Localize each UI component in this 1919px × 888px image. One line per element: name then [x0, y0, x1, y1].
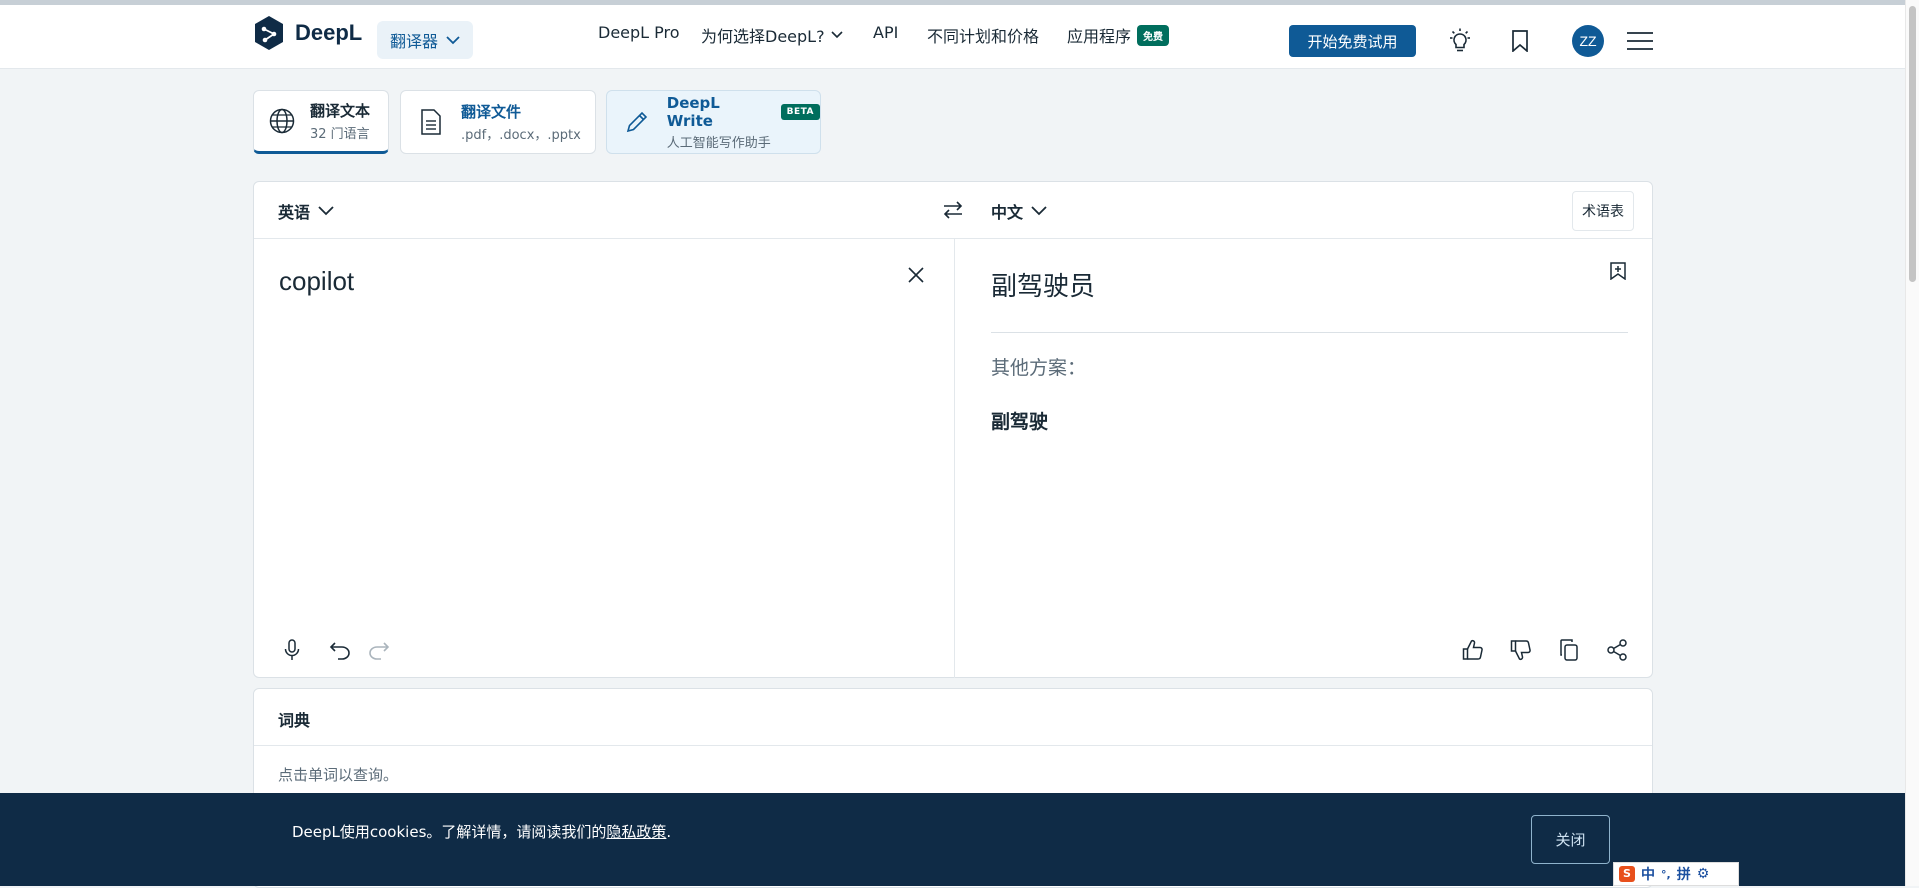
- scrollbar-thumb[interactable]: [1909, 6, 1916, 282]
- copy-icon[interactable]: [1554, 635, 1584, 665]
- target-language-label: 中文: [991, 203, 1024, 222]
- sogou-ime-icon: S: [1619, 866, 1635, 882]
- ime-mode[interactable]: 中: [1641, 864, 1655, 884]
- cookie-text: DeepL使用cookies。了解详情，请阅读我们的: [292, 823, 607, 841]
- lightbulb-icon[interactable]: [1446, 27, 1474, 55]
- tab-title: 翻译文件: [461, 103, 522, 121]
- thumbs-up-icon[interactable]: [1458, 635, 1488, 665]
- alternatives-label: 其他方案：: [991, 357, 1087, 379]
- free-badge: 免费: [1137, 24, 1170, 46]
- undo-icon[interactable]: [325, 635, 355, 665]
- chevron-down-icon: [831, 31, 843, 39]
- translator-label: 翻译器: [390, 32, 439, 51]
- nav-api[interactable]: API: [873, 23, 898, 42]
- chevron-down-icon: [446, 35, 460, 44]
- swap-languages-icon[interactable]: [938, 195, 968, 225]
- tab-translate-text[interactable]: 翻译文本 32 门语言: [253, 90, 389, 154]
- alternative-item[interactable]: 副驾驶: [991, 407, 1048, 434]
- alternatives-separator: [991, 332, 1628, 333]
- gear-icon[interactable]: ⚙: [1697, 866, 1710, 882]
- glossary-button[interactable]: 术语表: [1572, 191, 1634, 231]
- panel-divider: [954, 238, 955, 678]
- page-scrollbar[interactable]: [1905, 0, 1919, 886]
- tab-subtitle: .pdf，.docx，.pptx: [461, 128, 581, 143]
- pencil-icon: [626, 111, 648, 133]
- menu-icon[interactable]: [1626, 27, 1654, 55]
- language-bar: 英语 中文 术语表: [254, 182, 1652, 239]
- dictionary-separator: [254, 745, 1652, 746]
- tab-title: 翻译文本: [310, 102, 371, 120]
- dictionary-hint: 点击单词以查询。: [278, 766, 399, 784]
- nav-label: 应用程序: [1067, 27, 1132, 46]
- bookmark-add-icon[interactable]: [1603, 256, 1633, 286]
- translator-dropdown[interactable]: 翻译器: [377, 21, 474, 59]
- nav-label: 为何选择DeepL?: [701, 27, 825, 46]
- nav-apps[interactable]: 应用程序 免费: [1067, 23, 1170, 47]
- tab-title: DeepL Write: [666, 93, 720, 130]
- nav-plans-pricing[interactable]: 不同计划和价格: [927, 23, 1039, 47]
- microphone-icon[interactable]: [277, 635, 307, 665]
- cookie-text-end: .: [666, 823, 672, 841]
- nav-why-deepl[interactable]: 为何选择DeepL?: [701, 23, 843, 47]
- source-language-label: 英语: [278, 203, 311, 222]
- logo-text: DeepL: [295, 20, 363, 45]
- ime-punctuation[interactable]: °,: [1661, 868, 1671, 881]
- nav-label: DeepL Pro: [598, 23, 680, 42]
- target-language-select[interactable]: 中文: [991, 199, 1047, 223]
- source-language-select[interactable]: 英语: [278, 199, 334, 223]
- globe-icon: [269, 108, 295, 134]
- tab-translate-files[interactable]: 翻译文件 .pdf，.docx，.pptx: [400, 90, 596, 154]
- beta-badge: BETA: [780, 103, 820, 120]
- nav-label: API: [873, 23, 899, 42]
- dictionary-title: 词典: [278, 711, 311, 730]
- deepl-logo-icon: [255, 16, 283, 50]
- document-icon: [421, 109, 441, 135]
- clear-text-icon[interactable]: [901, 260, 931, 290]
- bookmark-icon[interactable]: [1506, 27, 1534, 55]
- thumbs-down-icon[interactable]: [1506, 635, 1536, 665]
- nav-deepl-pro[interactable]: DeepL Pro: [598, 23, 680, 42]
- share-icon[interactable]: [1602, 635, 1632, 665]
- close-cookie-button[interactable]: 关闭: [1531, 815, 1610, 864]
- tab-deepl-write[interactable]: DeepL Write BETA 人工智能写作助手: [606, 90, 821, 154]
- cookie-message: DeepL使用cookies。了解详情，请阅读我们的隐私政策.: [292, 821, 671, 842]
- chevron-down-icon: [1031, 206, 1047, 216]
- tab-subtitle: 人工智能写作助手: [666, 135, 771, 151]
- chevron-down-icon: [318, 206, 334, 216]
- tab-subtitle: 32 门语言: [310, 127, 370, 142]
- nav-label: 不同计划和价格: [927, 27, 1040, 46]
- user-avatar[interactable]: ZZ: [1572, 25, 1604, 57]
- source-text-input[interactable]: copilot: [279, 266, 354, 297]
- start-free-trial-button[interactable]: 开始免费试用: [1289, 25, 1416, 57]
- ime-pinyin[interactable]: 拼: [1677, 864, 1691, 884]
- redo-icon[interactable]: [364, 635, 394, 665]
- deepl-logo[interactable]: DeepL: [253, 15, 362, 51]
- privacy-policy-link[interactable]: 隐私政策: [606, 823, 666, 841]
- ime-toolbar[interactable]: S 中 °, 拼 ⚙: [1613, 862, 1739, 886]
- translation-output[interactable]: 副驾驶员: [991, 266, 1095, 303]
- top-navigation-bar: DeepL 翻译器 DeepL Pro 为何选择DeepL? API 不同计划和…: [0, 5, 1906, 69]
- translator-panel: 英语 中文 术语表 copilot 副驾驶员 其他方案： 副驾驶: [253, 181, 1653, 678]
